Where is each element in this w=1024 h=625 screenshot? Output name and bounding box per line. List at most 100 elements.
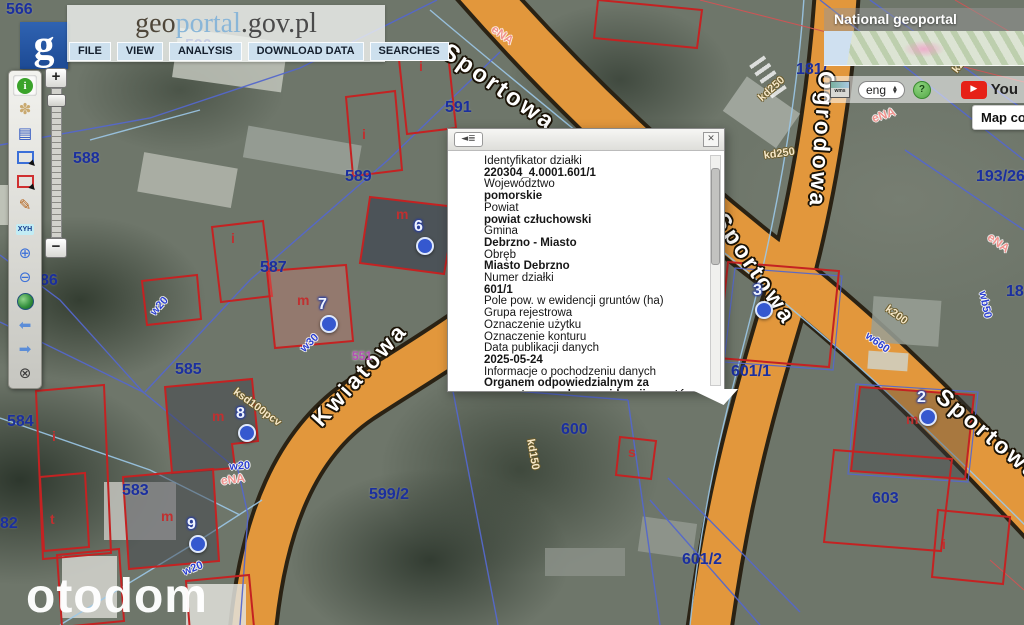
feature-list-button[interactable]: ◄≣ [454,132,483,147]
overview-minimap[interactable] [824,31,1024,66]
zoom-slider-handle[interactable] [47,94,66,107]
clear-close-icon[interactable]: ⊗ [13,363,37,384]
marker-dot [238,424,256,442]
icon-glyph: ✎ [19,198,32,213]
parcel-label: 18 [1006,283,1024,301]
popup-row: Informacje o pochodzeniu danychOrganem o… [484,367,706,391]
parcel-label: 193/26 [976,168,1024,186]
main-menu: FILE VIEW ANALYSIS DOWNLOAD DATA SEARCHES [69,42,449,61]
panel-title: National geoportal [824,8,1024,31]
parcel-label: 566 [6,1,33,19]
parcel-label: 599/2 [369,486,409,504]
popup-field-label: Identyfikator działki [484,156,706,168]
parcel-label: 583 [122,482,149,500]
parcel-label: 601/1 [731,363,771,381]
otodom-watermark: otodom [26,569,208,624]
menu-download-data[interactable]: DOWNLOAD DATA [248,42,364,61]
zoom-in-button[interactable]: + [45,68,67,88]
map-content-button[interactable]: Map co [972,105,1024,130]
landuse-letter: i [362,126,366,142]
landuse-letter: m [161,508,173,524]
zoom-out-icon[interactable]: ⊖ [13,267,37,288]
parcel-info-popup: ◄≣ ✕ Identyfikator działki220304_4.0001.… [447,128,725,392]
landuse-letter: t [50,511,55,527]
previous-view-icon[interactable]: ⬅ [13,315,37,336]
marker-dot [189,535,207,553]
geoportal-logo[interactable]: g [20,22,68,69]
select-area-red-icon[interactable]: ▶ [13,171,37,192]
parcel-label: 86 [40,272,58,290]
popup-scrollbar-thumb[interactable] [711,168,720,265]
panel-controls: wms eng ▲▼ ? ▶ You [824,76,1024,103]
icon-glyph: ⬅ [19,318,32,333]
popup-scrollbar[interactable] [710,155,721,386]
icon-glyph: ⊕ [19,246,32,261]
title-suffix: .gov.pl [241,8,317,39]
language-value: eng [866,83,886,97]
popup-field-value: 2025-05-24 [484,355,706,367]
popup-row: Data publikacji danych2025-05-24 [484,343,706,366]
parcel-label: 589 [345,168,372,186]
marker-dot [919,408,937,426]
coordinates-xyh-icon[interactable]: XYH [13,219,37,240]
menu-searches[interactable]: SEARCHES [370,42,449,61]
utility-label: eNA [489,22,517,47]
popup-row: GminaDebrzno - Miasto [484,226,706,249]
icon-glyph: i [17,78,33,94]
info-icon[interactable]: i [13,75,37,96]
geoportal-app: 5665905915885895878658558482583600599/26… [0,0,1024,625]
wms-icon[interactable]: wms [830,81,850,98]
geoportal-logo-letter: g [34,26,55,66]
help-button[interactable]: ? [913,81,931,99]
zoom-in-icon[interactable]: ⊕ [13,243,37,264]
popup-row: Identyfikator działki220304_4.0001.601/1 [484,156,706,179]
measure-pencil-icon[interactable]: ✎ [13,195,37,216]
icon-glyph: ✽ [19,102,32,117]
paw-icon[interactable]: ✽ [13,99,37,120]
menu-analysis[interactable]: ANALYSIS [169,42,242,61]
close-icon[interactable]: ✕ [703,132,719,147]
utility-label: eNA [220,471,246,488]
popup-field-label: Oznaczenie użytku [484,320,706,332]
parcel-label: 591 [445,99,472,117]
landuse-letter: i [52,428,56,444]
youtube-link[interactable]: ▶ You [961,81,1018,99]
parcel-label: 603 [872,490,899,508]
marker-dot [416,237,434,255]
utility-label: wb50 [976,290,993,319]
menu-view[interactable]: VIEW [117,42,163,61]
next-view-icon[interactable]: ➡ [13,339,37,360]
utility-label: w660 [863,330,892,356]
icon-glyph [17,293,34,310]
landuse-letter: m [212,408,224,424]
zoom-slider: + − [45,68,67,260]
wms-icon-label: wms [831,88,849,95]
landuse-letter: i [942,536,946,552]
icon-glyph: ▤ [18,126,32,141]
globe-icon[interactable] [13,291,37,312]
icon-glyph: XYH [16,224,34,235]
zoom-out-button[interactable]: − [45,238,67,258]
utility-label: w30 [298,332,321,355]
marker-number: 6 [414,218,423,236]
marker-number: 3 [753,282,762,300]
popup-row: Powiatpowiat człuchowski [484,203,706,226]
language-select[interactable]: eng ▲▼ [858,81,905,99]
utility-label: 551 [352,349,372,363]
marker-number: 2 [917,389,926,407]
layers-form-icon[interactable]: ▤ [13,123,37,144]
popup-field-value: Organem odpowiedzialnym za prezentowane … [484,378,706,391]
zoom-slider-track[interactable] [51,88,62,238]
select-arrows-icon: ▲▼ [893,86,897,94]
landuse-letter: m [396,206,408,222]
popup-row: ObrębMiasto Debrzno [484,250,706,273]
map-toolbar: i ✽ ▤ ▶ ▶ ✎ XYH ⊕ ⊖ ⬅ ➡ ⊗ [8,70,42,389]
street-label-sportowa: Sportowa [931,383,1024,486]
youtube-icon: ▶ [961,81,987,99]
utility-label: eNA [985,230,1013,255]
title-portal: portal [176,8,241,39]
select-area-blue-icon[interactable]: ▶ [13,147,37,168]
parcel-label: 587 [260,259,287,277]
marker-number: 8 [236,405,245,423]
menu-file[interactable]: FILE [69,42,111,61]
